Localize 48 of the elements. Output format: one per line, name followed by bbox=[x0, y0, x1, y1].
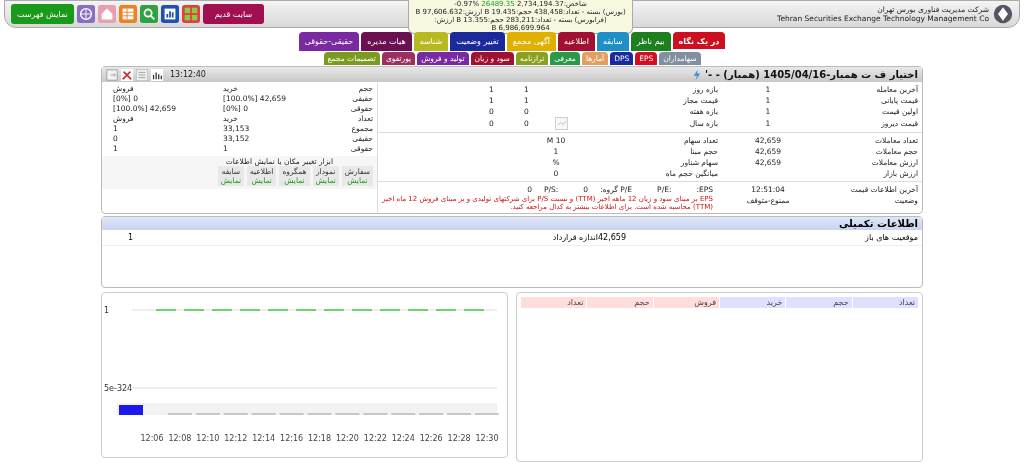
logo-icon bbox=[993, 4, 1013, 24]
table-icon[interactable] bbox=[118, 5, 137, 23]
instrument-title: اختیار ف ت همبار-1405/04/16 (همبار) - -' bbox=[705, 69, 918, 80]
column-header: تعداد bbox=[852, 297, 918, 308]
column-header: حجم bbox=[587, 297, 653, 308]
x-tick-label: 12:30 bbox=[475, 434, 499, 443]
y-tick-label: 1 bbox=[104, 306, 110, 315]
tab[interactable]: سابقه bbox=[596, 32, 629, 51]
column-header: حجم bbox=[786, 297, 852, 308]
chart-icon[interactable] bbox=[160, 5, 179, 23]
tools-icon[interactable] bbox=[121, 68, 133, 81]
y-tick-label: 5e-324 bbox=[104, 384, 133, 393]
x-tick-label: 12:14 bbox=[252, 434, 276, 443]
x-tick-label: 12:06 bbox=[140, 434, 164, 443]
tab[interactable]: هیات مدیره bbox=[361, 32, 412, 51]
x-tick-label: 12:20 bbox=[335, 434, 359, 443]
clock-time: 13:12:40 bbox=[170, 70, 206, 79]
search-icon[interactable] bbox=[139, 5, 158, 23]
tab[interactable]: در یک نگاه bbox=[672, 32, 726, 51]
column-header: تعداد bbox=[521, 297, 587, 308]
grid-icon[interactable] bbox=[181, 5, 200, 23]
field-label: اندازه قرارداد bbox=[551, 233, 598, 242]
x-tick-label: 12:10 bbox=[196, 434, 220, 443]
field-label: موقعیت های باز bbox=[863, 233, 918, 242]
tab[interactable]: اطلاعیه bbox=[558, 32, 595, 51]
column-header: خرید bbox=[720, 297, 786, 308]
field-value: 1 bbox=[128, 233, 135, 242]
tab[interactable]: بیم ناظر bbox=[630, 32, 671, 51]
field-value: 42,659 bbox=[598, 233, 627, 242]
x-tick-label: 12:26 bbox=[419, 434, 443, 443]
column-header: فروش bbox=[653, 297, 719, 308]
chart-thumbnail-icon[interactable] bbox=[555, 117, 568, 130]
old-site-button[interactable]: سایت قدیم bbox=[202, 4, 265, 24]
home-icon[interactable] bbox=[97, 5, 116, 23]
lightning-icon bbox=[693, 68, 702, 81]
x-tick-label: 12:18 bbox=[307, 434, 332, 443]
x-tick-label: 12:16 bbox=[280, 434, 304, 443]
tab[interactable]: حقیقی-حقوقی bbox=[298, 32, 360, 51]
x-tick-label: 12:22 bbox=[363, 434, 387, 443]
bar-chart-icon[interactable] bbox=[151, 68, 163, 81]
x-tick-label: 12:28 bbox=[447, 434, 471, 443]
section-title: اطلاعات تکمیلی bbox=[838, 218, 918, 229]
tab[interactable]: تغییر وضعیت bbox=[450, 32, 505, 51]
globe-icon[interactable] bbox=[76, 5, 95, 23]
show-list-button[interactable]: نمایش فهرست bbox=[11, 4, 74, 24]
x-tick-label: 12:24 bbox=[391, 434, 415, 443]
x-tick-label: 12:08 bbox=[168, 434, 192, 443]
x-tick-label: 12:12 bbox=[224, 434, 248, 443]
